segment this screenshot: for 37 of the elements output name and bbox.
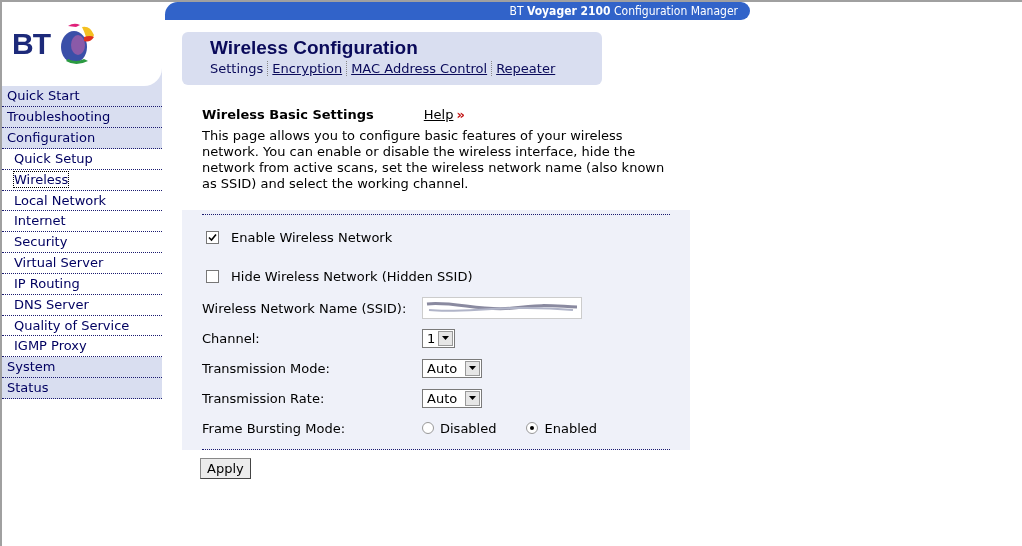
input-field[interactable] [422, 297, 582, 319]
checkbox-label: Enable Wireless Network [231, 229, 393, 245]
radio-button[interactable] [422, 422, 434, 434]
nav-item[interactable]: Configuration [7, 129, 96, 145]
header-bar: BT Voyager 2100 Configuration Manager [165, 2, 750, 20]
dropdown[interactable]: Auto [422, 388, 482, 408]
field-label: Wireless Network Name (SSID): [202, 300, 408, 316]
tab[interactable]: Repeater [492, 61, 560, 76]
caret-icon [469, 396, 476, 400]
description: This page allows you to configure basic features of your wireless network. You can enable or disable the wireless interface, hide the network from active scans, set the wireless network name (also known as SSID) and select the working channel. [202, 128, 666, 192]
apply-button[interactable]: Apply [200, 458, 251, 479]
checkbox[interactable] [206, 269, 219, 283]
checkbox-label: Hide Wireless Network (Hidden SSID) [231, 268, 473, 284]
radio-label: Disabled [440, 420, 497, 436]
nav-item[interactable]: Status [7, 380, 49, 396]
page-title: Wireless Configuration [210, 37, 419, 59]
tab[interactable]: Settings [210, 61, 269, 76]
logo-text: BT [12, 27, 50, 62]
caret-icon [442, 336, 449, 340]
radio-label: Enabled [544, 420, 598, 436]
chevron-icon: » [456, 107, 465, 122]
tab[interactable]: Encryption [268, 61, 348, 76]
nav-item[interactable]: Troubleshooting [7, 109, 111, 125]
help-link[interactable]: Help [423, 107, 454, 122]
field-label: Transmission Rate: [202, 390, 326, 406]
field-label: Channel: [202, 330, 261, 346]
field-label: Transmission Mode: [202, 360, 331, 376]
field-label: Frame Bursting Mode: [202, 420, 347, 436]
section-title: Wireless Basic Settings [202, 107, 374, 122]
nav-item[interactable]: Quick Start [7, 88, 80, 104]
dropdown[interactable]: 1 [422, 328, 455, 348]
dropdown[interactable]: Auto [422, 358, 482, 378]
checkbox[interactable] [206, 230, 219, 244]
tab[interactable]: MAC Address Control [347, 61, 493, 76]
caret-icon [469, 366, 476, 370]
nav-item[interactable]: System [7, 359, 56, 375]
radio-button[interactable] [526, 422, 539, 434]
